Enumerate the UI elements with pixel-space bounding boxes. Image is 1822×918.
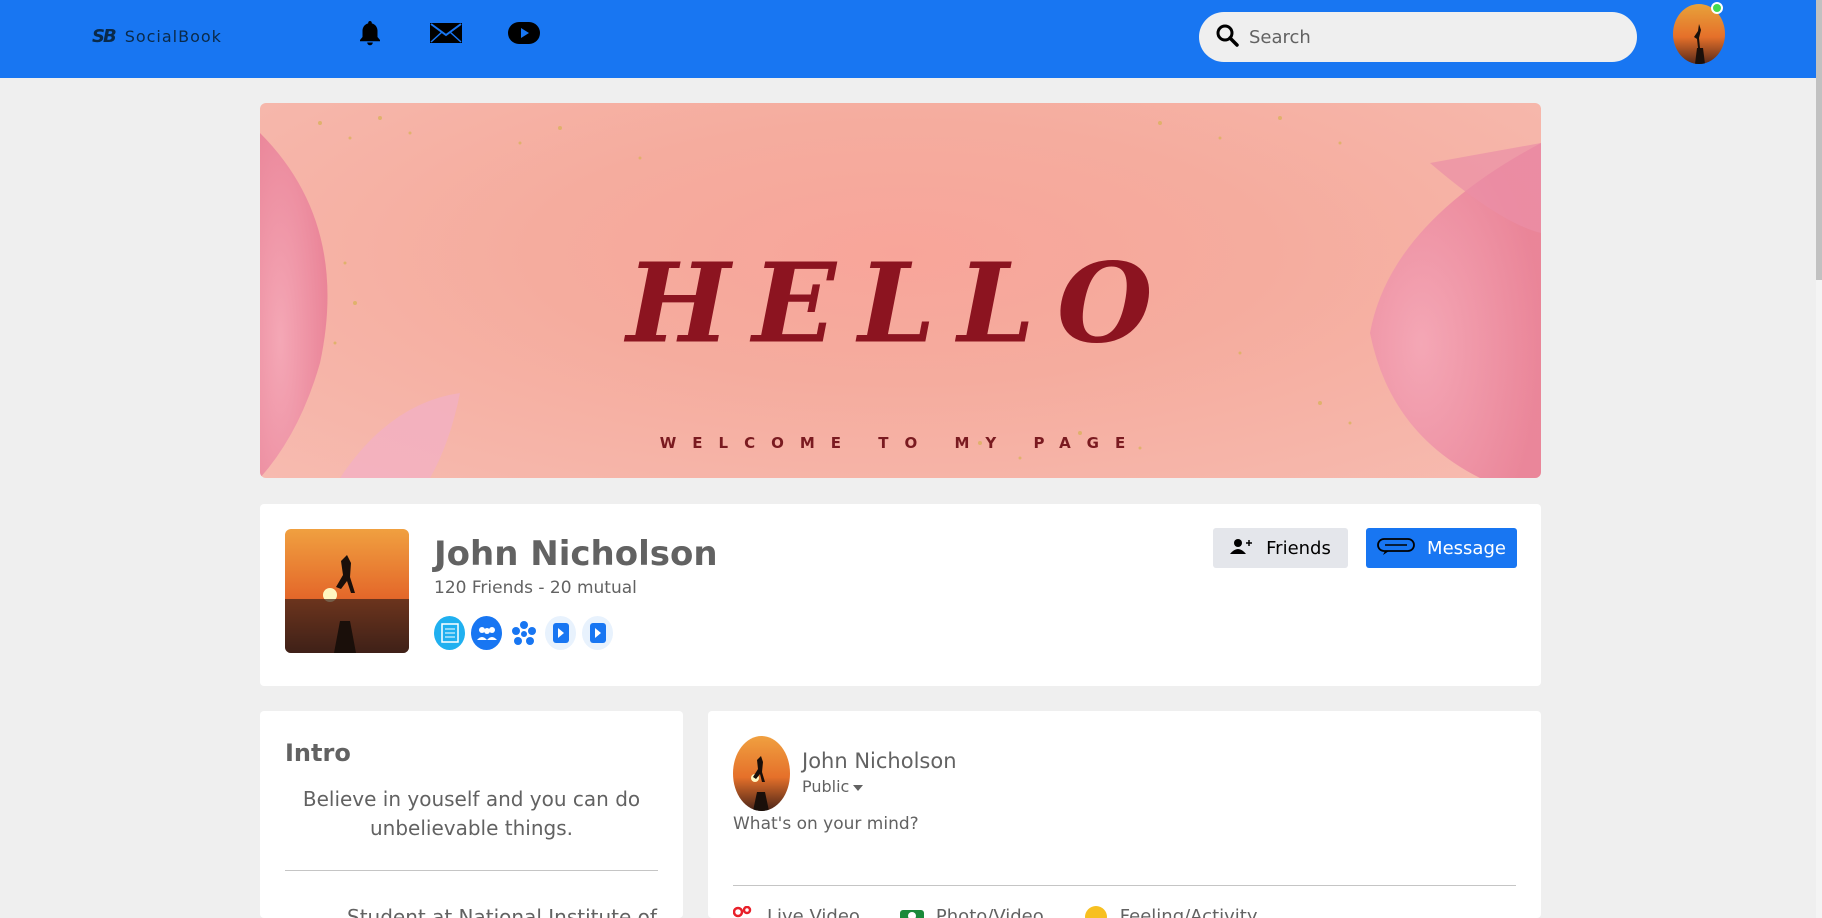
live-video-icon <box>732 905 755 918</box>
feeling-icon <box>1084 905 1108 918</box>
composer-avatar <box>733 736 790 811</box>
profile-friends-count: 120 Friends - 20 mutual <box>434 578 637 598</box>
message-button-label: Message <box>1427 537 1506 559</box>
feeling-activity-label: Feeling/Activity <box>1119 906 1258 918</box>
mail-icon[interactable] <box>428 20 464 46</box>
intro-divider <box>285 870 658 871</box>
privacy-selector[interactable]: Public <box>802 777 864 796</box>
news-icon[interactable] <box>434 616 465 650</box>
group-icon[interactable] <box>471 616 502 650</box>
play-icon[interactable] <box>545 616 576 650</box>
privacy-label: Public <box>802 777 850 796</box>
post-input[interactable]: What's on your mind? <box>733 814 919 834</box>
cover-subheading: WELCOME TO MY PAGE <box>659 434 1142 452</box>
search-box[interactable] <box>1199 12 1637 62</box>
friends-button[interactable]: Friends <box>1213 528 1348 568</box>
composer-actions: Live Video Photo/Video Feeling/Activity <box>732 905 1258 918</box>
top-navbar: SB SocialBook <box>0 0 1816 78</box>
intro-quote: Believe in youself and you can do unbeli… <box>302 787 641 840</box>
scrollbar-thumb[interactable] <box>1816 0 1822 280</box>
composer-user-name: John Nicholson <box>802 749 957 773</box>
logo-mark: SB <box>92 26 117 47</box>
youtube-play-icon[interactable] <box>506 20 542 46</box>
live-video-label: Live Video <box>767 906 860 918</box>
intro-education: Student at National Institute of <box>347 905 657 918</box>
caret-down-icon <box>853 777 864 796</box>
community-icon[interactable] <box>508 616 539 650</box>
cover-image: HELLO WELCOME TO MY PAGE <box>260 103 1541 478</box>
intro-card: Intro Believe in youself and you can do … <box>260 711 683 918</box>
photo-icon <box>899 906 924 918</box>
logo[interactable]: SB SocialBook <box>92 26 222 47</box>
feeling-activity-button[interactable]: Feeling/Activity <box>1084 905 1258 918</box>
photo-video-button[interactable]: Photo/Video <box>899 905 1044 918</box>
online-status-dot <box>1711 2 1723 14</box>
profile-card: John Nicholson 120 Friends - 20 mutual F… <box>260 504 1541 686</box>
page-scrollbar[interactable] <box>1816 0 1822 918</box>
photo-video-label: Photo/Video <box>935 906 1044 918</box>
bell-icon[interactable] <box>352 20 388 46</box>
profile-picture[interactable] <box>285 529 409 653</box>
live-video-button[interactable]: Live Video <box>732 905 860 918</box>
friends-button-label: Friends <box>1266 537 1331 559</box>
search-icon <box>1215 23 1239 51</box>
add-friend-icon <box>1230 538 1254 559</box>
profile-name: John Nicholson <box>434 534 718 574</box>
intro-title: Intro <box>285 739 351 767</box>
cover-heading: HELLO <box>626 238 1175 368</box>
search-input[interactable] <box>1249 26 1609 48</box>
logo-text: SocialBook <box>124 27 222 46</box>
message-button[interactable]: Message <box>1366 528 1517 568</box>
composer-divider <box>733 885 1516 886</box>
post-composer: John Nicholson Public What's on your min… <box>708 711 1541 918</box>
message-icon <box>1377 537 1415 560</box>
play-icon[interactable] <box>582 616 613 650</box>
friend-icons-row <box>434 616 613 650</box>
